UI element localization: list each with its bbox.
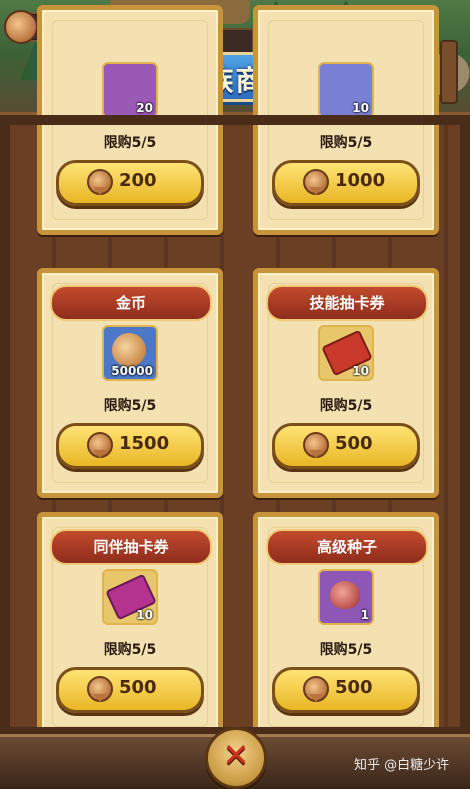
item-name: 同伴抽卡券 xyxy=(50,529,212,565)
gold-coin-icon: 50000 xyxy=(102,325,158,381)
skill-ticket-icon: 10 xyxy=(318,325,374,381)
item-name: 金币 xyxy=(50,285,212,321)
price-label: 1500 xyxy=(119,433,170,454)
item-quantity: 10 xyxy=(352,101,369,115)
buy-button[interactable]: 500 xyxy=(272,667,420,713)
price-label: 500 xyxy=(335,677,373,698)
family-coin-icon xyxy=(87,676,113,702)
purchase-limit: 限购5/5 xyxy=(103,642,157,658)
coin-graphic xyxy=(112,333,146,367)
close-icon: ✕ xyxy=(222,736,250,774)
item-quantity: 50000 xyxy=(111,364,153,378)
trophy-icon: 20 xyxy=(102,62,158,118)
item-name: 技能抽卡券 xyxy=(266,285,428,321)
family-coin-icon xyxy=(303,676,329,702)
family-coin-icon xyxy=(87,432,113,458)
purchase-limit: 限购5/5 xyxy=(319,398,373,414)
ticket-icon: 10 xyxy=(318,62,374,118)
family-coin-icon xyxy=(303,432,329,458)
buy-button[interactable]: 500 xyxy=(272,423,420,469)
seed-graphic xyxy=(330,581,360,609)
close-button[interactable]: ✕ xyxy=(205,727,267,789)
item-quantity: 1 xyxy=(360,608,369,622)
price-label: 500 xyxy=(119,677,157,698)
shop-panel[interactable]: 20 限购5/5 200 10 限购5/5 1000 金币 50000 限购5/… xyxy=(0,5,470,742)
seed-icon: 1 xyxy=(318,569,374,625)
buy-button[interactable]: 1500 xyxy=(56,423,204,469)
purchase-limit: 限购5/5 xyxy=(319,642,373,658)
shop-item-card: 技能抽卡券 10 限购5/5 500 xyxy=(253,268,439,498)
wooden-post xyxy=(440,40,458,104)
shop-item-card: 20 限购5/5 200 xyxy=(37,5,223,235)
price-label: 500 xyxy=(335,433,373,454)
family-coin-icon xyxy=(4,10,38,44)
watermark: 知乎 @白糖少许 xyxy=(354,758,450,773)
buy-button[interactable]: 1000 xyxy=(272,160,420,206)
price-label: 1000 xyxy=(335,170,386,191)
purchase-limit: 限购5/5 xyxy=(103,135,157,151)
partner-ticket-icon: 10 xyxy=(102,569,158,625)
item-quantity: 10 xyxy=(352,364,369,378)
shop-item-card: 10 限购5/5 1000 xyxy=(253,5,439,235)
buy-button[interactable]: 200 xyxy=(56,160,204,206)
price-label: 200 xyxy=(119,170,157,191)
shop-item-card: 高级种子 1 限购5/5 500 xyxy=(253,512,439,742)
item-quantity: 10 xyxy=(136,608,153,622)
item-name: 高级种子 xyxy=(266,529,428,565)
shop-item-card: 同伴抽卡券 10 限购5/5 500 xyxy=(37,512,223,742)
item-quantity: 20 xyxy=(136,101,153,115)
shop-item-card: 金币 50000 限购5/5 1500 xyxy=(37,268,223,498)
buy-button[interactable]: 500 xyxy=(56,667,204,713)
purchase-limit: 限购5/5 xyxy=(103,398,157,414)
purchase-limit: 限购5/5 xyxy=(319,135,373,151)
family-coin-icon xyxy=(87,169,113,195)
family-coin-icon xyxy=(303,169,329,195)
